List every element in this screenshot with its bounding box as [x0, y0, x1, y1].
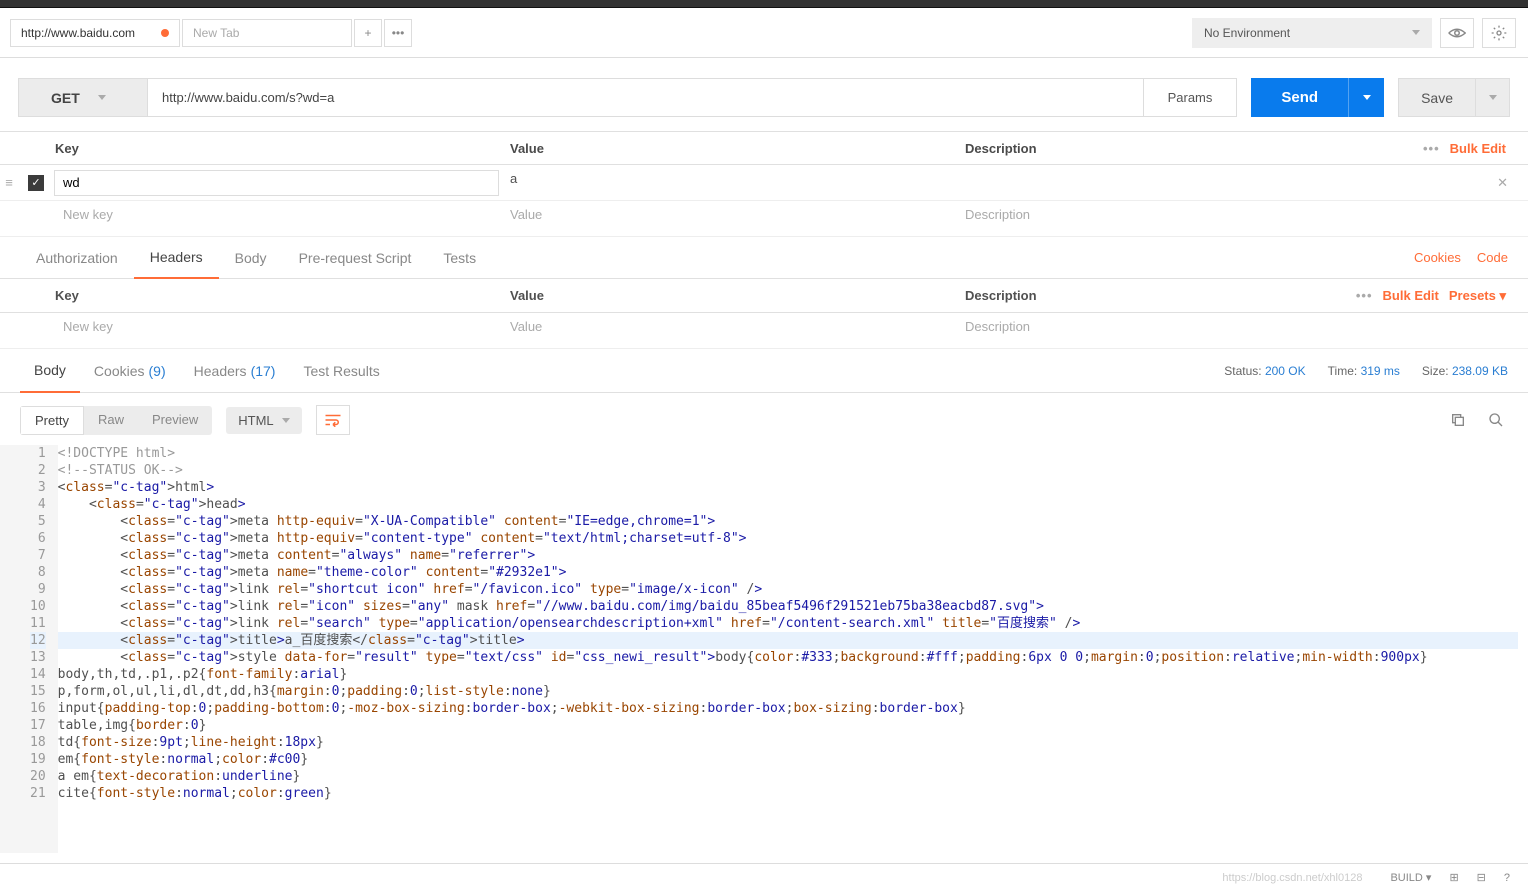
request-bar: GET Params Send Save	[0, 58, 1528, 131]
tab-label: New Tab	[193, 26, 239, 40]
param-row: ≡ ✓ a ✕	[0, 165, 1528, 201]
tab-authorization[interactable]: Authorization	[20, 237, 134, 279]
param-key-input[interactable]	[54, 170, 499, 196]
save-button[interactable]: Save	[1398, 78, 1476, 117]
view-raw[interactable]: Raw	[84, 406, 138, 435]
params-header: Key Value Description ••• Bulk Edit	[0, 131, 1528, 165]
copy-icon[interactable]	[1446, 408, 1470, 432]
param-checkbox[interactable]: ✓	[18, 175, 54, 191]
presets-link[interactable]: Presets ▾	[1449, 288, 1506, 304]
resp-tab-body[interactable]: Body	[20, 349, 80, 393]
response-tabs: Body Cookies (9) Headers (17) Test Resul…	[0, 349, 1528, 393]
param-desc-placeholder[interactable]: Description	[954, 206, 1528, 232]
status-value: 200 OK	[1265, 364, 1306, 378]
size-value: 238.09 KB	[1452, 364, 1508, 378]
format-select[interactable]: HTML	[226, 407, 301, 434]
more-icon[interactable]: •••	[1423, 141, 1440, 156]
build-label[interactable]: BUILD ▾	[1390, 871, 1431, 884]
cookies-link[interactable]: Cookies	[1414, 250, 1461, 265]
param-desc-input[interactable]	[954, 170, 1497, 196]
window-chrome	[0, 0, 1528, 8]
chevron-down-icon	[1363, 95, 1371, 100]
param-value-input[interactable]: a	[499, 170, 954, 196]
header-key-placeholder[interactable]: New key	[54, 318, 499, 344]
resp-tab-cookies[interactable]: Cookies (9)	[80, 349, 180, 393]
chevron-down-icon	[1412, 30, 1420, 35]
param-key-placeholder[interactable]: New key	[54, 206, 499, 232]
footer-icon[interactable]: ⊟	[1477, 871, 1486, 884]
method-label: GET	[51, 90, 80, 106]
status-bar: https://blog.csdn.net/xhl0128 BUILD ▾ ⊞ …	[0, 863, 1528, 891]
view-pretty[interactable]: Pretty	[20, 406, 84, 435]
code-link[interactable]: Code	[1477, 250, 1508, 265]
watermark: https://blog.csdn.net/xhl0128	[1222, 872, 1362, 884]
bulk-edit-link[interactable]: Bulk Edit	[1450, 141, 1506, 156]
delete-row-icon[interactable]: ✕	[1497, 175, 1528, 191]
request-tabs: Authorization Headers Body Pre-request S…	[0, 237, 1528, 279]
search-icon[interactable]	[1484, 408, 1508, 432]
chevron-down-icon	[1489, 95, 1497, 100]
view-toolbar: Pretty Raw Preview HTML	[0, 393, 1528, 445]
url-input[interactable]	[148, 78, 1144, 117]
chevron-down-icon	[282, 418, 290, 423]
headers-header: Key Value Description ••• Bulk Edit Pres…	[0, 279, 1528, 313]
response-stats: Status: 200 OK Time: 319 ms Size: 238.09…	[1224, 364, 1508, 378]
help-icon[interactable]: ?	[1504, 872, 1510, 884]
header-row-new: New key Value Description	[0, 313, 1528, 349]
col-description: Description	[965, 141, 1423, 156]
col-description: Description	[965, 288, 1356, 303]
send-dropdown[interactable]	[1348, 78, 1384, 117]
resp-tab-tests[interactable]: Test Results	[289, 349, 393, 393]
tab-body[interactable]: Body	[219, 237, 283, 279]
params-button[interactable]: Params	[1144, 78, 1238, 117]
resp-tab-headers[interactable]: Headers (17)	[180, 349, 290, 393]
col-key: Key	[55, 141, 510, 156]
environment-quicklook-button[interactable]	[1440, 18, 1474, 48]
more-icon[interactable]: •••	[1356, 288, 1373, 303]
method-select[interactable]: GET	[18, 78, 148, 117]
dirty-indicator-icon	[161, 29, 169, 37]
footer-icon[interactable]: ⊞	[1449, 871, 1458, 884]
response-body[interactable]: 123456789101112131415161718192021 <!DOCT…	[0, 445, 1528, 863]
tab-tests[interactable]: Tests	[427, 237, 492, 279]
wrap-lines-button[interactable]	[316, 405, 350, 435]
header-value-placeholder[interactable]: Value	[499, 318, 954, 344]
tab-menu-button[interactable]: •••	[384, 19, 412, 47]
request-tab-0[interactable]: http://www.baidu.com	[10, 19, 180, 47]
header-desc-placeholder[interactable]: Description	[954, 318, 1528, 344]
new-tab-button[interactable]: +	[354, 19, 382, 47]
bulk-edit-link[interactable]: Bulk Edit	[1383, 288, 1439, 303]
settings-button[interactable]	[1482, 18, 1516, 48]
tab-headers[interactable]: Headers	[134, 237, 219, 279]
col-value: Value	[510, 141, 965, 156]
drag-handle-icon[interactable]: ≡	[0, 175, 18, 190]
request-tab-1[interactable]: New Tab	[182, 19, 352, 47]
send-button[interactable]: Send	[1251, 78, 1348, 117]
environment-select[interactable]: No Environment	[1192, 18, 1432, 48]
save-dropdown[interactable]	[1476, 78, 1510, 117]
app-root: http://www.baidu.com New Tab + ••• No En…	[0, 0, 1528, 891]
param-row-new: New key Value Description	[0, 201, 1528, 237]
col-value: Value	[510, 288, 965, 303]
tab-label: http://www.baidu.com	[21, 26, 135, 40]
view-preview[interactable]: Preview	[138, 406, 212, 435]
chevron-down-icon	[98, 95, 106, 100]
tab-prerequest[interactable]: Pre-request Script	[283, 237, 428, 279]
time-value: 319 ms	[1361, 364, 1400, 378]
view-mode-segment: Pretty Raw Preview	[20, 406, 212, 435]
col-key: Key	[55, 288, 510, 303]
tab-bar: http://www.baidu.com New Tab + ••• No En…	[0, 8, 1528, 58]
param-value-placeholder[interactable]: Value	[499, 206, 954, 232]
environment-label: No Environment	[1204, 26, 1290, 40]
